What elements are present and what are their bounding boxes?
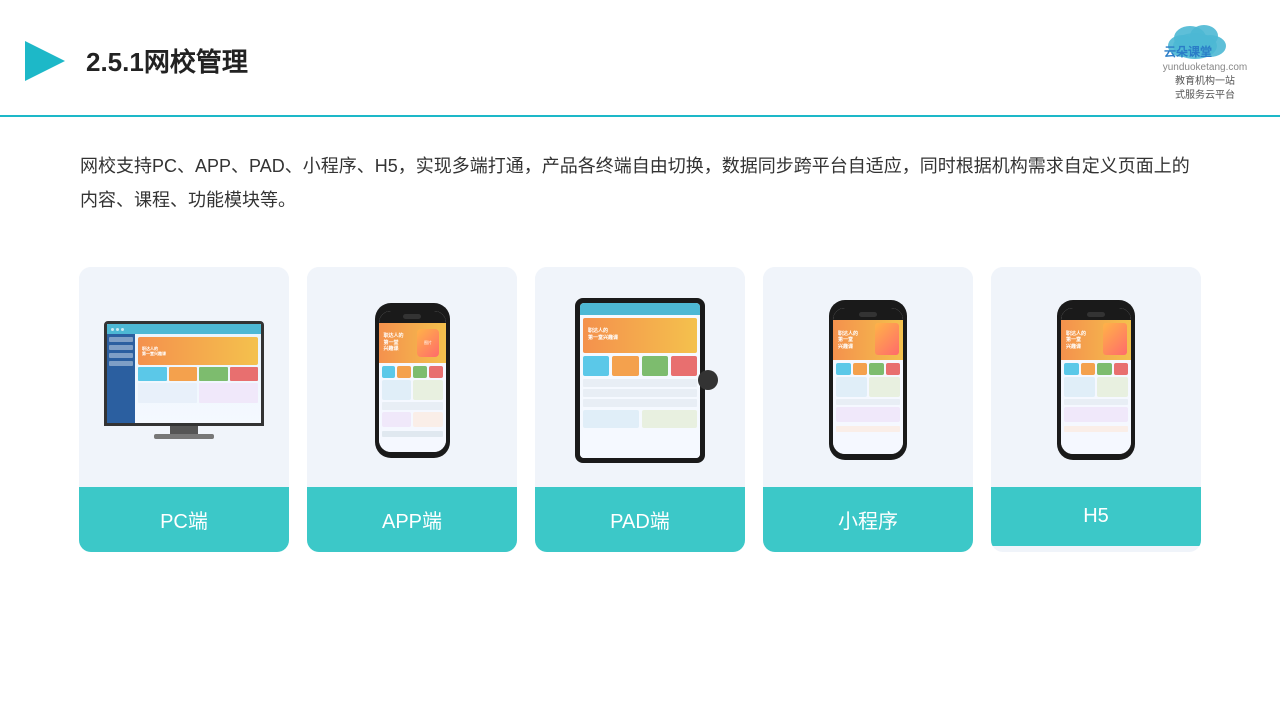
card-pad: 职达人的第一堂兴趣课 bbox=[535, 267, 745, 552]
header-left: 2.5.1网校管理 bbox=[20, 36, 248, 86]
card-mini-image: 职达人的第一堂兴趣课 bbox=[763, 267, 973, 487]
card-pc: 职达人的第一堂兴趣课 bbox=[79, 267, 289, 552]
ipad-mockup: 职达人的第一堂兴趣课 bbox=[575, 298, 705, 463]
card-h5-label: H5 bbox=[991, 487, 1201, 546]
description-text: 网校支持PC、APP、PAD、小程序、H5，实现多端打通，产品各终端自由切换，数… bbox=[80, 156, 1190, 210]
card-app-label: APP端 bbox=[307, 487, 517, 552]
page-title: 2.5.1网校管理 bbox=[86, 42, 248, 79]
header: 2.5.1网校管理 云朵课堂 yunduoketang.com 教育机构一站式服… bbox=[0, 0, 1280, 117]
card-pc-label: PC端 bbox=[79, 487, 289, 552]
logo-url: yunduoketang.com bbox=[1163, 62, 1248, 73]
card-pad-image: 职达人的第一堂兴趣课 bbox=[535, 267, 745, 487]
card-mini: 职达人的第一堂兴趣课 bbox=[763, 267, 973, 552]
card-app: 职达人的第一堂兴趣课 图片 bbox=[307, 267, 517, 552]
logo-tagline: 教育机构一站式服务云平台 bbox=[1175, 75, 1235, 103]
description: 网校支持PC、APP、PAD、小程序、H5，实现多端打通，产品各终端自由切换，数… bbox=[0, 117, 1280, 237]
card-h5-image: 职达人的第一堂兴趣课 bbox=[991, 267, 1201, 487]
phone-mockup-mini: 职达人的第一堂兴趣课 bbox=[829, 300, 907, 460]
svg-text:云朵课堂: 云朵课堂 bbox=[1164, 44, 1212, 59]
card-mini-label: 小程序 bbox=[763, 487, 973, 552]
pc-screen: 职达人的第一堂兴趣课 bbox=[104, 321, 264, 426]
card-h5: 职达人的第一堂兴趣课 bbox=[991, 267, 1201, 552]
cards-container: 职达人的第一堂兴趣课 bbox=[0, 247, 1280, 582]
logo-area: 云朵课堂 yunduoketang.com 教育机构一站式服务云平台 bbox=[1160, 18, 1250, 103]
logo-icon: 云朵课堂 bbox=[1160, 18, 1250, 60]
pc-mockup: 职达人的第一堂兴趣课 bbox=[99, 321, 269, 439]
card-pc-image: 职达人的第一堂兴趣课 bbox=[79, 267, 289, 487]
play-icon bbox=[20, 36, 70, 86]
card-pad-label: PAD端 bbox=[535, 487, 745, 552]
phone-mockup-h5: 职达人的第一堂兴趣课 bbox=[1057, 300, 1135, 460]
card-app-image: 职达人的第一堂兴趣课 图片 bbox=[307, 267, 517, 487]
phone-mockup-app: 职达人的第一堂兴趣课 图片 bbox=[375, 303, 450, 458]
